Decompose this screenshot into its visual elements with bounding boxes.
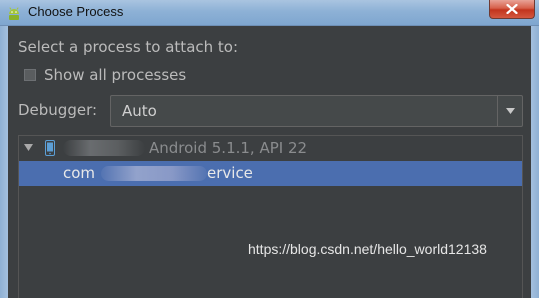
show-all-processes-label: Show all processes <box>44 66 187 84</box>
debugger-selected-value: Auto <box>122 102 157 120</box>
process-name-prefix: com <box>63 164 96 182</box>
window-title: Choose Process <box>28 4 124 19</box>
phone-icon <box>45 140 55 156</box>
window-frame-left <box>0 26 8 298</box>
device-label: Android 5.1.1, API 22 <box>149 139 308 157</box>
process-list[interactable]: Android 5.1.1, API 22 com ervice <box>18 135 523 298</box>
debugger-dropdown-button[interactable] <box>497 96 522 126</box>
close-button[interactable] <box>489 0 535 19</box>
expand-toggle-icon[interactable] <box>24 143 33 152</box>
dialog-prompt: Select a process to attach to: <box>18 38 239 56</box>
redacted-process-name <box>101 166 207 181</box>
title-bar[interactable]: Choose Process <box>0 0 539 26</box>
watermark: https://blog.csdn.net/hello_world12138 <box>248 241 487 257</box>
show-all-processes-checkbox[interactable]: Show all processes <box>24 66 186 84</box>
debugger-label: Debugger: <box>18 101 98 119</box>
chevron-down-icon <box>505 108 515 114</box>
debugger-select[interactable]: Auto <box>110 95 523 127</box>
window-frame-right <box>531 26 539 298</box>
debugger-row: Debugger: Auto <box>18 95 523 127</box>
redacted-device-name <box>63 140 145 156</box>
checkbox-box[interactable] <box>24 69 36 81</box>
dialog-body: Select a process to attach to: Show all … <box>8 26 531 298</box>
device-row[interactable]: Android 5.1.1, API 22 <box>19 136 522 160</box>
android-icon <box>6 5 22 21</box>
process-name-suffix: ervice <box>207 164 253 182</box>
close-icon <box>506 4 518 14</box>
process-row-selected[interactable]: com ervice <box>19 161 522 186</box>
